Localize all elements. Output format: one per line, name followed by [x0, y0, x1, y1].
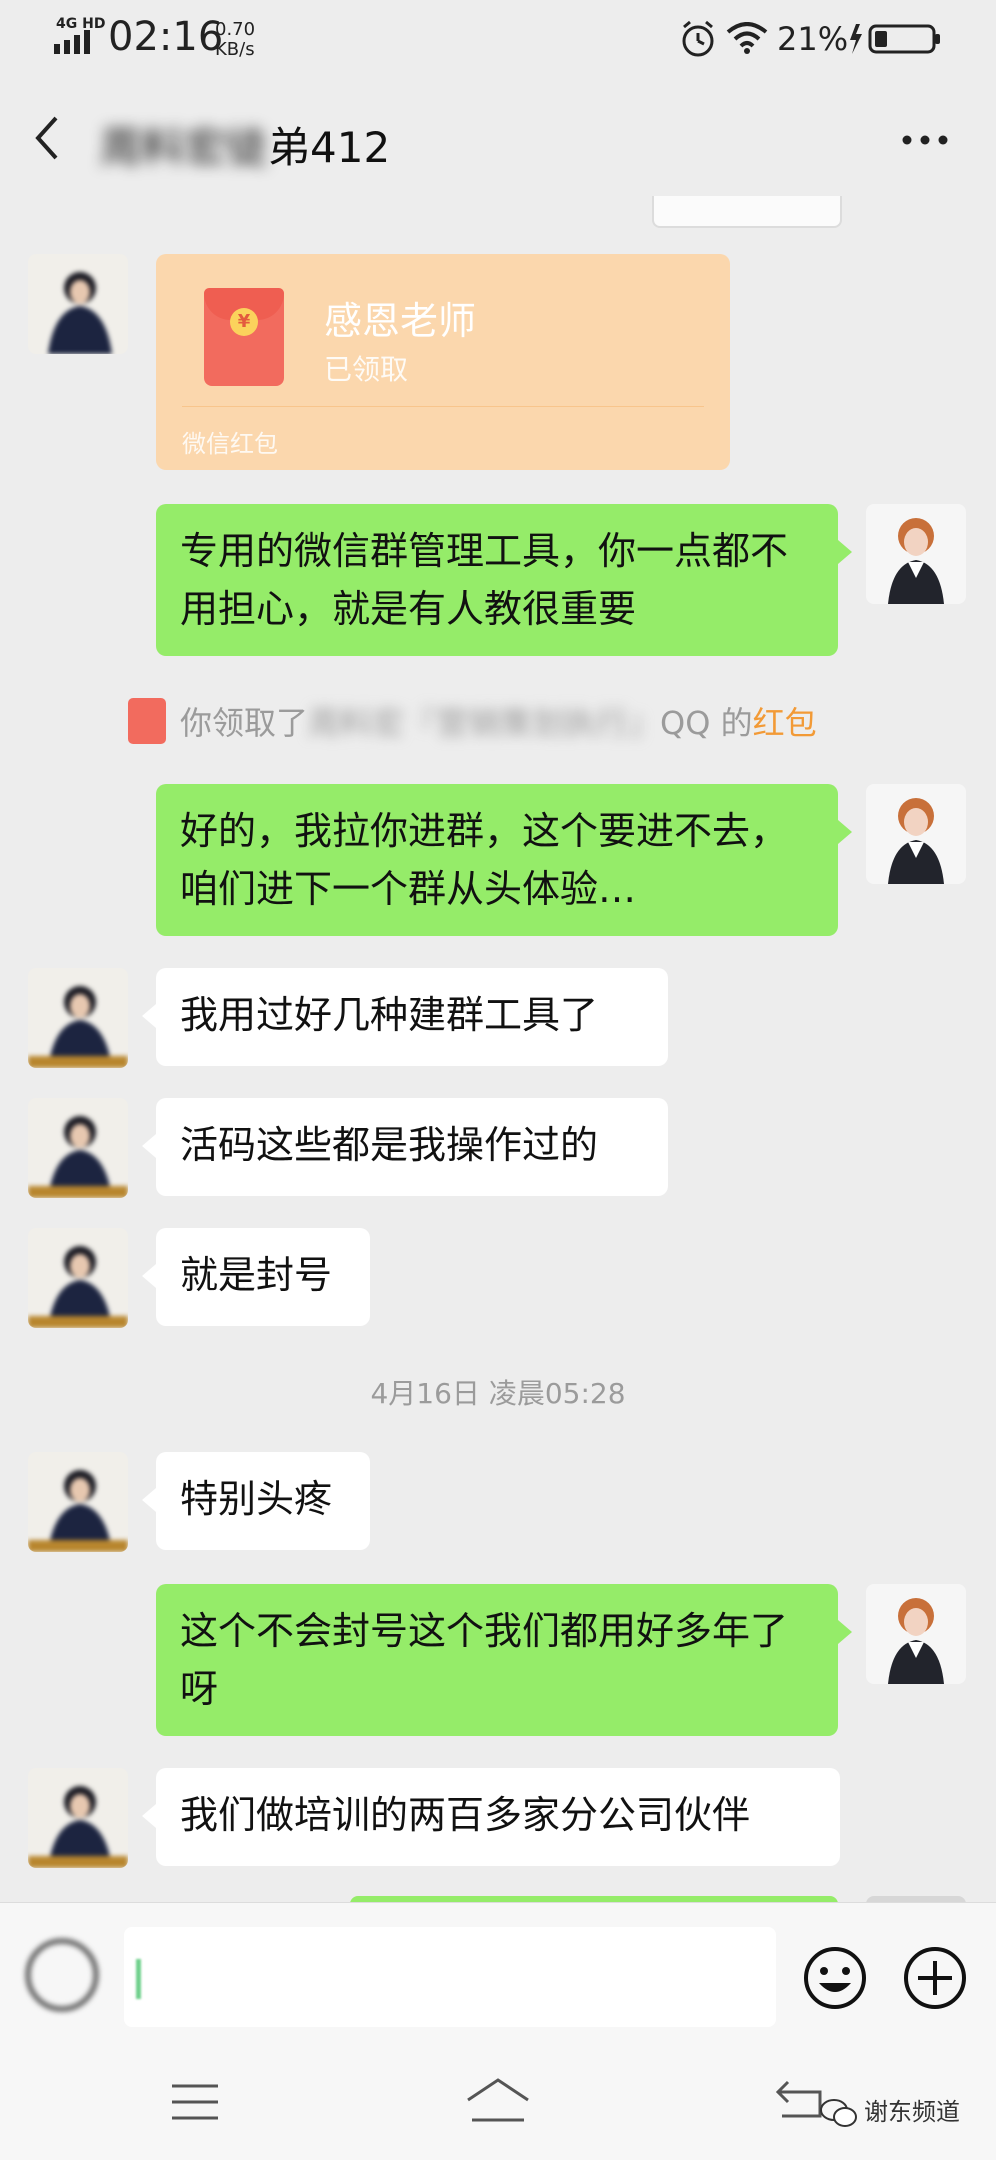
return-icon[interactable] [776, 2080, 826, 2122]
message-bubble-incoming[interactable]: 我用过好几种建群工具了 [142, 968, 668, 1066]
text-cursor [136, 1959, 141, 1999]
voice-icon[interactable] [26, 1939, 98, 2011]
red-packet-title: 感恩老师 [324, 299, 477, 343]
chat-timestamp: 4月16日 凌晨05:28 [370, 1377, 626, 1410]
network-speed: 0.70 KB/s [215, 19, 256, 60]
message-bubble-outgoing[interactable]: 这个不会封号这个我们都用好多年了呀 [156, 1584, 852, 1736]
message-bubble-incoming[interactable]: 就是封号 [142, 1228, 370, 1326]
message-bubble-outgoing[interactable]: 好的，我拉你进群，这个要进不去，咱们进下一个群从头体验… [156, 784, 852, 936]
message-input[interactable] [124, 1927, 776, 2027]
chat-title: 周料宏徒弟412 [100, 123, 391, 172]
message-bubble-incoming[interactable]: 我们做培训的两百多家分公司伙伴 [142, 1768, 840, 1866]
menu-icon[interactable] [170, 2082, 220, 2122]
more-icon[interactable] [902, 134, 948, 146]
status-time: 02:16 [108, 14, 224, 60]
contact-avatar[interactable] [28, 254, 128, 354]
divider [182, 406, 704, 407]
message-bubble-incoming[interactable]: 特别头疼 [142, 1452, 370, 1550]
message-bubble-incoming[interactable]: 活码这些都是我操作过的 [142, 1098, 668, 1196]
red-packet-label: 微信红包 [182, 430, 278, 458]
alarm-icon [682, 20, 714, 57]
red-packet-link[interactable]: 红包 [753, 704, 817, 742]
input-bar [0, 1902, 996, 2053]
red-packet-small-icon [128, 698, 166, 744]
my-avatar[interactable] [866, 504, 966, 604]
watermark: 谢东频道 [820, 2092, 960, 2128]
back-icon[interactable] [32, 114, 62, 162]
chat-header: 周料宏徒弟412 [0, 76, 996, 198]
previous-message-card [652, 196, 842, 228]
wifi-icon [726, 22, 768, 54]
my-avatar[interactable] [866, 784, 966, 884]
system-message: 你领取了周料宏『营销策划执行』QQ 的红包 [128, 698, 817, 744]
emoji-icon[interactable] [802, 1945, 868, 2011]
contact-avatar[interactable] [28, 968, 128, 1068]
my-avatar[interactable] [866, 1584, 966, 1684]
home-icon[interactable] [466, 2076, 530, 2124]
network-type: 4G HD [56, 16, 106, 32]
signal-icon [54, 30, 90, 54]
red-packet-card[interactable]: ¥ 感恩老师 已领取 微信红包 [156, 254, 730, 470]
plus-icon[interactable] [902, 1945, 968, 2011]
status-bar: 4G HD 02:16 0.70 KB/s 21% [0, 0, 996, 76]
message-bubble-outgoing[interactable]: 专用的微信群管理工具，你一点都不用担心，就是有人教很重要 [156, 504, 852, 656]
battery-percent: 21% [777, 20, 849, 58]
red-packet-status: 已领取 [324, 353, 409, 386]
contact-avatar[interactable] [28, 1098, 128, 1198]
wechat-logo-icon [820, 2099, 857, 2127]
battery-icon [850, 24, 940, 54]
contact-avatar[interactable] [28, 1768, 128, 1868]
contact-avatar[interactable] [28, 1228, 128, 1328]
contact-avatar[interactable] [28, 1452, 128, 1552]
red-packet-icon: ¥ [204, 288, 284, 386]
